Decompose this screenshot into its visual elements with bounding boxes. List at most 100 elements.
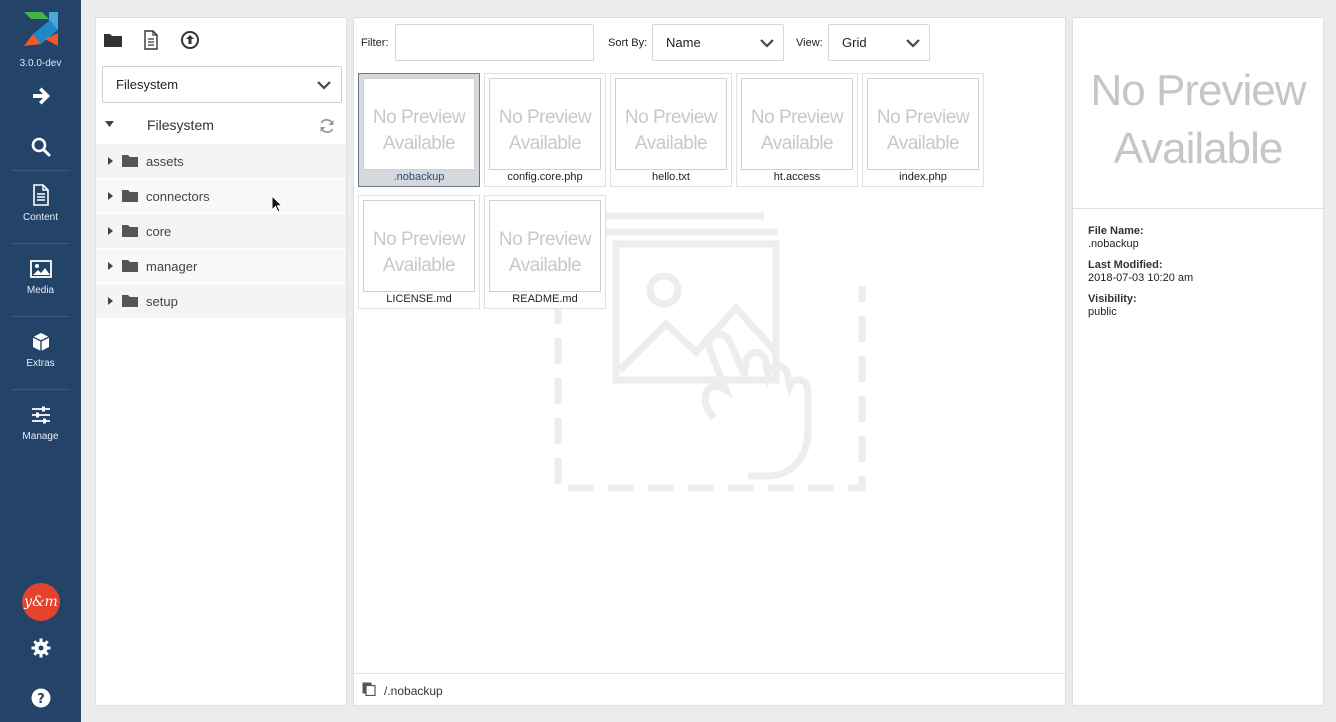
file-thumb[interactable]: No Preview Available LICENSE.md bbox=[358, 195, 480, 309]
tree-toolbar bbox=[96, 18, 346, 62]
current-path: /.nobackup bbox=[384, 684, 443, 698]
file-thumb[interactable]: No Preview Available hello.txt bbox=[610, 73, 732, 187]
folder-icon bbox=[122, 155, 138, 167]
file-preview-placeholder: No Preview Available bbox=[867, 78, 979, 170]
version-label: 3.0.0-dev bbox=[19, 58, 62, 69]
large-preview: No Preview Available bbox=[1073, 18, 1323, 209]
copy-path-icon[interactable] bbox=[362, 682, 376, 696]
file-preview-placeholder: No Preview Available bbox=[615, 78, 727, 170]
file-thumb[interactable]: No Preview Available .nobackup bbox=[358, 73, 480, 187]
visibility-label: Visibility: bbox=[1088, 293, 1137, 305]
caret-right-icon[interactable] bbox=[108, 192, 113, 200]
no-preview-text: No Preview Available bbox=[750, 107, 844, 154]
user-avatar[interactable]: y&m bbox=[22, 583, 60, 621]
visibility-value: public bbox=[1088, 306, 1117, 318]
file-details: File Name: .nobackup Last Modified: 2018… bbox=[1088, 225, 1193, 318]
tree-root-node[interactable]: Filesystem bbox=[96, 114, 346, 138]
media-source-value: Filesystem bbox=[116, 77, 179, 92]
tree-item-core[interactable]: core bbox=[96, 214, 346, 249]
file-thumb[interactable]: No Preview Available config.core.php bbox=[484, 73, 606, 187]
nav-content-button[interactable]: Content bbox=[0, 184, 81, 223]
tree-item-assets[interactable]: assets bbox=[96, 144, 346, 179]
view-select[interactable]: Grid bbox=[828, 24, 930, 61]
new-file-icon[interactable] bbox=[141, 30, 161, 50]
new-folder-icon[interactable] bbox=[103, 30, 123, 50]
sort-value: Name bbox=[666, 35, 701, 50]
chevron-down-icon bbox=[760, 39, 774, 48]
no-preview-text: No Preview Available bbox=[1090, 66, 1307, 173]
nav-manage-button[interactable]: Manage bbox=[0, 405, 81, 442]
file-thumb[interactable]: No Preview Available ht.access bbox=[736, 73, 858, 187]
tree-list: assets connectors core manager setup bbox=[96, 144, 346, 319]
file-name: index.php bbox=[899, 171, 947, 183]
modx-logo-icon[interactable] bbox=[22, 10, 60, 48]
sliders-icon bbox=[31, 406, 50, 424]
nav-search-button[interactable] bbox=[0, 137, 81, 160]
last-modified-value: 2018-07-03 10:20 am bbox=[1088, 272, 1194, 284]
file-info-panel: No Preview Available File Name: .nobackup… bbox=[1072, 17, 1324, 706]
no-preview-text: No Preview Available bbox=[372, 229, 466, 276]
last-modified-label: Last Modified: bbox=[1088, 259, 1163, 271]
file-preview-placeholder: No Preview Available bbox=[741, 78, 853, 170]
upload-icon[interactable] bbox=[180, 30, 200, 50]
nav-settings-button[interactable] bbox=[0, 638, 81, 661]
tree-item-label: connectors bbox=[146, 189, 210, 204]
file-name: .nobackup bbox=[393, 171, 445, 183]
nav-help-button[interactable]: ? bbox=[0, 688, 81, 711]
file-name: config.core.php bbox=[507, 171, 583, 183]
file-browser-panel: Filter: Sort By: Name View: Grid No Prev… bbox=[353, 17, 1066, 706]
file-thumb[interactable]: No Preview Available index.php bbox=[862, 73, 984, 187]
no-preview-text: No Preview Available bbox=[624, 107, 718, 154]
file-name: ht.access bbox=[773, 171, 821, 183]
no-preview-text: No Preview Available bbox=[498, 107, 592, 154]
nav-separator bbox=[12, 243, 70, 244]
path-status-bar: /.nobackup bbox=[354, 673, 1065, 705]
no-preview-text: No Preview Available bbox=[372, 107, 466, 154]
no-preview-text: No Preview Available bbox=[876, 107, 970, 154]
nav-separator bbox=[12, 389, 70, 390]
file-preview-placeholder: No Preview Available bbox=[363, 200, 475, 292]
file-name-value: .nobackup bbox=[1088, 238, 1139, 250]
nav-separator bbox=[12, 170, 70, 171]
gear-icon bbox=[31, 638, 50, 658]
arrow-right-icon bbox=[32, 87, 50, 105]
nav-separator bbox=[12, 316, 70, 317]
nav-launch-button[interactable] bbox=[0, 86, 81, 109]
nav-extras-button[interactable]: Extras bbox=[0, 332, 81, 369]
file-thumb[interactable]: No Preview Available README.md bbox=[484, 195, 606, 309]
file-name: README.md bbox=[512, 293, 578, 305]
sort-select[interactable]: Name bbox=[652, 24, 784, 61]
caret-right-icon[interactable] bbox=[108, 297, 113, 305]
main-sidebar: 3.0.0-dev Content Media Extras Manage y&… bbox=[0, 0, 81, 722]
tree-root-label: Filesystem bbox=[147, 117, 214, 133]
svg-text:?: ? bbox=[37, 692, 45, 707]
file-name: LICENSE.md bbox=[386, 293, 452, 305]
tree-item-label: manager bbox=[146, 259, 198, 274]
document-icon bbox=[32, 184, 49, 206]
tree-item-manager[interactable]: manager bbox=[96, 249, 346, 284]
mouse-cursor-icon bbox=[271, 195, 283, 213]
caret-right-icon[interactable] bbox=[108, 157, 113, 165]
media-source-select[interactable]: Filesystem bbox=[102, 66, 342, 103]
search-icon bbox=[31, 137, 50, 157]
caret-right-icon[interactable] bbox=[108, 227, 113, 235]
filter-label: Filter: bbox=[361, 37, 389, 49]
refresh-icon[interactable] bbox=[319, 118, 335, 134]
tree-item-connectors[interactable]: connectors bbox=[96, 179, 346, 214]
nav-media-button[interactable]: Media bbox=[0, 259, 81, 296]
tree-item-label: assets bbox=[146, 154, 184, 169]
file-preview-placeholder: No Preview Available bbox=[489, 200, 601, 292]
filter-input[interactable] bbox=[395, 24, 594, 61]
chevron-down-icon bbox=[317, 81, 331, 90]
tree-item-setup[interactable]: setup bbox=[96, 284, 346, 319]
sort-label: Sort By: bbox=[608, 37, 648, 49]
caret-right-icon[interactable] bbox=[108, 262, 113, 270]
file-preview-placeholder: No Preview Available bbox=[489, 78, 601, 170]
nav-media-label: Media bbox=[26, 285, 55, 296]
view-value: Grid bbox=[842, 35, 867, 50]
file-name: hello.txt bbox=[652, 171, 690, 183]
no-preview-text: No Preview Available bbox=[498, 229, 592, 276]
folder-icon bbox=[122, 260, 138, 272]
caret-down-icon[interactable] bbox=[105, 121, 114, 127]
tree-item-label: core bbox=[146, 224, 172, 239]
